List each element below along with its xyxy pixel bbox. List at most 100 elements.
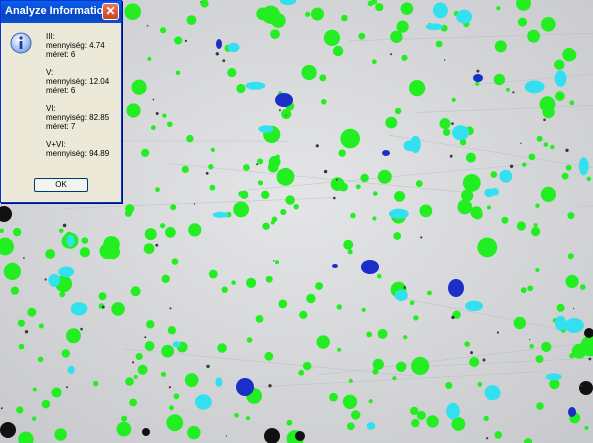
particle-green	[540, 186, 557, 202]
particle-green	[338, 149, 346, 157]
speck	[273, 260, 275, 262]
speck	[543, 118, 546, 122]
speck	[146, 25, 149, 27]
particle-green	[535, 267, 540, 273]
particle-green	[121, 427, 128, 435]
particle-cyan	[195, 394, 212, 410]
particle-green	[245, 416, 251, 421]
amount-value: mennyiség: 82.85	[46, 113, 110, 122]
particle-cyan	[555, 315, 567, 331]
particle-cyan	[456, 9, 473, 24]
particle-green	[321, 99, 327, 105]
particle-green	[580, 284, 586, 290]
particle-green	[358, 32, 366, 40]
particle-green	[165, 226, 176, 238]
speck	[168, 386, 171, 389]
particle-blue	[332, 264, 338, 268]
particle-green	[262, 222, 270, 230]
particle-green	[167, 121, 173, 128]
particle-green	[494, 431, 503, 439]
particle-green	[315, 282, 323, 290]
particle-green	[161, 274, 170, 283]
ok-button[interactable]: OK	[34, 178, 88, 192]
particle-green	[439, 118, 451, 130]
speck	[200, 1, 202, 3]
particle-cyan	[499, 169, 513, 183]
speck	[520, 142, 522, 144]
result-group-v: V: mennyiség: 12.04 méret: 6	[46, 68, 120, 95]
analysis-results: III: mennyiség: 4.74 méret: 6 V: mennyis…	[46, 32, 120, 167]
particle-cyan	[403, 140, 418, 152]
speck	[80, 327, 83, 331]
particle-green	[536, 402, 544, 410]
particle-cyan	[70, 302, 88, 316]
particle-cyan	[245, 81, 266, 90]
pore-black	[0, 422, 16, 438]
info-icon	[10, 32, 32, 54]
speck	[66, 386, 68, 389]
particle-green	[549, 378, 560, 390]
particle-green	[451, 97, 456, 102]
particle-green	[240, 190, 249, 199]
particle-green	[490, 171, 498, 178]
particle-green	[103, 236, 120, 253]
particle-green	[409, 80, 426, 97]
dialog-titlebar[interactable]: Analyze Information ✕	[1, 1, 121, 23]
particle-green	[171, 258, 179, 265]
particle-cyan	[446, 402, 460, 420]
particle-green	[543, 142, 549, 147]
size-value: méret: 6	[46, 86, 76, 95]
speck	[155, 243, 159, 247]
particle-green	[111, 302, 125, 316]
particle-green	[233, 201, 250, 218]
particle-green	[561, 172, 569, 180]
particle-cyan	[258, 125, 274, 133]
particle-green	[516, 221, 527, 231]
close-button[interactable]: ✕	[102, 3, 119, 20]
size-value: méret: 7	[46, 122, 76, 131]
speck	[24, 330, 29, 334]
particle-green	[505, 87, 510, 92]
speck	[152, 98, 155, 101]
particle-green	[59, 291, 66, 298]
particle-green	[520, 287, 527, 294]
particle-green	[267, 162, 279, 173]
particle-green	[442, 128, 451, 136]
particle-green	[562, 48, 576, 62]
particle-cyan	[48, 273, 60, 287]
speck	[225, 435, 228, 437]
particle-green	[217, 343, 227, 353]
particle-green	[286, 419, 293, 426]
particle-green	[124, 209, 133, 217]
particle-green	[261, 5, 280, 24]
speck	[449, 154, 453, 158]
speck	[285, 115, 287, 117]
speck	[323, 169, 328, 174]
particle-blue	[448, 279, 464, 297]
particle-green	[462, 174, 481, 192]
particle-cyan	[172, 341, 181, 348]
particle-green	[161, 371, 166, 377]
particle-green	[569, 353, 575, 359]
particle-green	[174, 36, 183, 45]
particle-green	[306, 293, 316, 304]
particle-cyan	[578, 157, 589, 176]
particle-blue	[236, 378, 254, 396]
particle-cyan	[465, 300, 483, 312]
pore-black	[579, 381, 593, 395]
particle-green	[16, 406, 24, 414]
particle-cyan	[389, 208, 409, 219]
particle-green	[58, 228, 64, 234]
particle-green	[162, 113, 167, 118]
particle-green	[186, 134, 194, 143]
particle-green	[243, 164, 250, 171]
particle-green	[144, 341, 155, 351]
particle-green	[45, 249, 56, 259]
particle-green	[167, 326, 176, 335]
particle-green	[3, 262, 21, 280]
particle-green	[464, 341, 471, 347]
particle-green	[533, 223, 538, 228]
speck	[420, 236, 423, 239]
particle-cyan	[394, 289, 408, 302]
particle-green	[38, 323, 44, 329]
